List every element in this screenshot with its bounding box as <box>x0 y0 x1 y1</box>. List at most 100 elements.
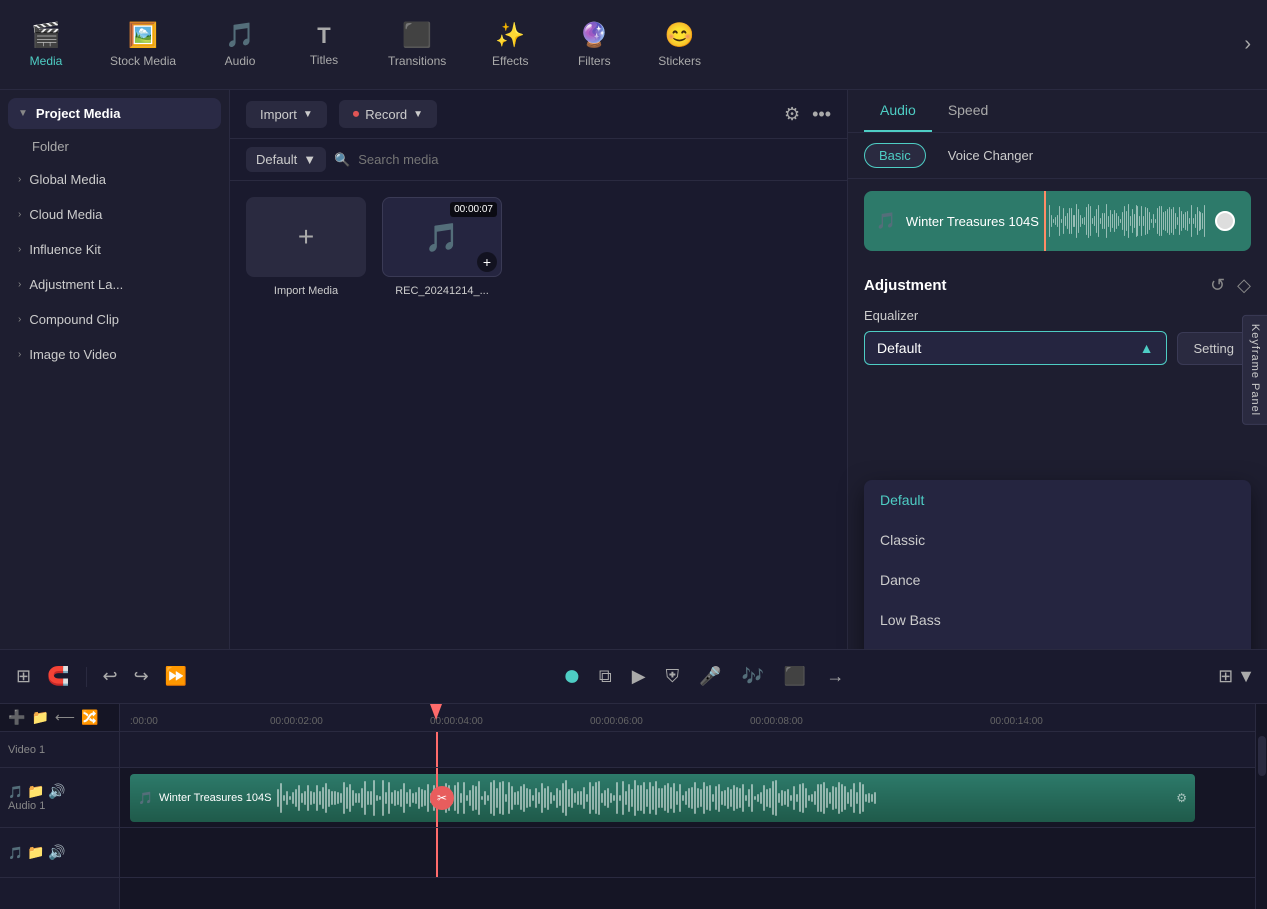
search-input-container[interactable]: 🔍 <box>334 152 831 168</box>
adjustment-la-chevron: › <box>18 279 21 290</box>
scrollbar[interactable] <box>1255 704 1267 909</box>
adjustment-section: Adjustment ↺ ◇ Equalizer Default ▲ Setti… <box>848 263 1267 377</box>
shield-icon[interactable]: ⛨ <box>662 662 684 691</box>
default-select[interactable]: Default ▼ <box>246 147 326 172</box>
tab-audio[interactable]: Audio <box>864 90 932 132</box>
stock-media-icon: 🖼️ <box>128 21 158 50</box>
group-icon[interactable]: ⊞ <box>12 662 35 691</box>
eq-option-default[interactable]: Default <box>864 480 1251 520</box>
nav-item-effects[interactable]: ✨ Effects <box>480 15 540 74</box>
ruler-mark-4: 00:00:08:00 <box>750 716 803 727</box>
import-button[interactable]: Import ▼ <box>246 101 327 128</box>
audio1-label-row: 🎵 📁 🔊 Audio 1 <box>0 768 119 828</box>
audio2-folder-icon[interactable]: 📁 <box>27 844 44 861</box>
track-controls: ➕ 📁 ⟵ 🔀 Video 1 🎵 📁 🔊 Audio 1 <box>0 704 120 909</box>
import-label: Import <box>260 107 297 122</box>
eq-option-dance[interactable]: Dance <box>864 560 1251 600</box>
audio2-track[interactable] <box>120 828 1255 878</box>
search-field[interactable] <box>358 152 831 167</box>
setting-button[interactable]: Setting <box>1177 332 1251 365</box>
search-bar: Default ▼ 🔍 <box>230 139 847 181</box>
overlay-icon[interactable]: ⧉ <box>595 662 616 691</box>
audio1-folder-icon[interactable]: 📁 <box>27 783 44 800</box>
eq-option-low-bass[interactable]: Low Bass <box>864 600 1251 640</box>
right-tabs: Audio Speed <box>848 90 1267 133</box>
music-list-icon[interactable]: 🎶 <box>738 662 768 691</box>
nav-item-titles[interactable]: T Titles <box>294 17 354 73</box>
sidebar-label-global-media: Global Media <box>29 172 106 187</box>
bottom-timeline: ⊞ 🧲 ↩ ↪ ⏩ ⏺ ⧉ ▶ ⛨ 🎤 🎶 ⬛ → ⊞ ▼ ➕ <box>0 649 1267 909</box>
media-item-import[interactable]: + Import Media <box>246 197 366 297</box>
nav-label-audio: Audio <box>225 54 256 68</box>
diamond-icon[interactable]: ◇ <box>1237 275 1251 296</box>
nav-item-audio[interactable]: 🎵 Audio <box>210 15 270 74</box>
timeline-ruler: :00:00 00:00:02:00 00:00:04:00 00:00:06:… <box>120 704 1255 732</box>
audio1-volume-icon[interactable]: 🔊 <box>48 783 65 800</box>
eq-option-sparkle[interactable]: Sparkle <box>864 640 1251 649</box>
nav-item-stock-media[interactable]: 🖼️ Stock Media <box>100 15 186 74</box>
add-track-icon[interactable]: ➕ <box>8 709 25 726</box>
nav-item-media[interactable]: 🎬 Media <box>16 15 76 74</box>
tab-speed[interactable]: Speed <box>932 90 1004 132</box>
grid-view-button[interactable]: ⊞ ▼ <box>1218 666 1255 687</box>
fast-forward-icon[interactable]: ⏩ <box>161 662 191 691</box>
sidebar-item-cloud-media[interactable]: › Cloud Media <box>8 199 221 230</box>
sub-tab-basic[interactable]: Basic <box>864 143 926 168</box>
clip-waveform <box>277 780 1170 816</box>
sidebar-item-adjustment-la[interactable]: › Adjustment La... <box>8 269 221 300</box>
nav-item-filters[interactable]: 🔮 Filters <box>564 15 624 74</box>
keyframe-panel-button[interactable]: Keyframe Panel <box>1242 314 1267 424</box>
sidebar-project-media[interactable]: ▼ Project Media <box>8 98 221 129</box>
play-icon[interactable]: ▶ <box>628 662 650 691</box>
eq-option-classic-label: Classic <box>880 532 925 548</box>
sidebar-label-image-to-video: Image to Video <box>29 347 116 362</box>
image-to-video-chevron: › <box>18 349 21 360</box>
audio2-volume-icon[interactable]: 🔊 <box>48 844 65 861</box>
play-circle-icon[interactable]: ⏺ <box>561 656 583 697</box>
media-item-rec[interactable]: 🎵 00:00:07 + REC_20241214_... <box>382 197 502 297</box>
mic-icon[interactable]: 🎤 <box>695 662 725 691</box>
redo-timeline-icon[interactable]: ↪ <box>130 662 153 691</box>
sidebar-item-image-to-video[interactable]: › Image to Video <box>8 339 221 370</box>
sidebar-item-global-media[interactable]: › Global Media <box>8 164 221 195</box>
sidebar-item-compound-clip[interactable]: › Compound Clip <box>8 304 221 335</box>
nav-item-stickers[interactable]: 😊 Stickers <box>648 15 711 74</box>
waveform-knob[interactable] <box>1215 211 1235 231</box>
caption-icon[interactable]: ⬛ <box>780 662 810 691</box>
nav-item-transitions[interactable]: ⬛ Transitions <box>378 15 456 74</box>
main-area: ▼ Project Media Folder › Global Media › … <box>0 90 1267 649</box>
arrow-right-icon[interactable]: → <box>822 662 848 691</box>
more-options-icon[interactable]: ••• <box>812 104 831 125</box>
magnet-icon[interactable]: 🧲 <box>43 662 73 691</box>
add-folder-icon[interactable]: 📁 <box>31 709 48 726</box>
nav-more-chevron[interactable]: › <box>1244 33 1251 56</box>
eq-row: Default ▲ Setting <box>864 331 1251 365</box>
sidebar-item-influence-kit[interactable]: › Influence Kit <box>8 234 221 265</box>
rec-add-icon[interactable]: + <box>477 252 497 272</box>
import-chevron: ▼ <box>303 109 313 120</box>
influence-kit-chevron: › <box>18 244 21 255</box>
nav-label-media: Media <box>30 54 63 68</box>
audio-clip[interactable]: 🎵 Winter Treasures 104S ⚙ <box>130 774 1195 822</box>
rec-duration-badge: 00:00:07 <box>450 202 497 217</box>
audio1-track[interactable]: ✂ 🎵 Winter Treasures 104S ⚙ <box>120 768 1255 828</box>
record-button[interactable]: ⏺ Record ▼ <box>339 100 437 128</box>
sub-tab-voice-changer[interactable]: Voice Changer <box>934 144 1047 167</box>
stretch-icon[interactable]: 🔀 <box>81 709 98 726</box>
eq-option-classic[interactable]: Classic <box>864 520 1251 560</box>
shrink-icon[interactable]: ⟵ <box>55 709 75 726</box>
undo-timeline-icon[interactable]: ↩ <box>99 662 122 691</box>
compound-clip-chevron: › <box>18 314 21 325</box>
video1-track[interactable] <box>120 732 1255 768</box>
video1-label-row: Video 1 <box>0 732 119 768</box>
clip-settings-icon[interactable]: ⚙ <box>1176 791 1187 805</box>
undo-icon[interactable]: ↺ <box>1210 275 1225 296</box>
sidebar-label-adjustment-la: Adjustment La... <box>29 277 123 292</box>
filter-icon[interactable]: ⚙ <box>784 104 800 125</box>
audio2-icons: 🎵 📁 🔊 <box>8 844 111 861</box>
media-icon: 🎬 <box>31 21 61 50</box>
sidebar-folder[interactable]: Folder <box>8 133 221 160</box>
titles-icon: T <box>317 23 330 49</box>
eq-select[interactable]: Default ▲ <box>864 331 1167 365</box>
plus-icon: + <box>298 221 314 253</box>
